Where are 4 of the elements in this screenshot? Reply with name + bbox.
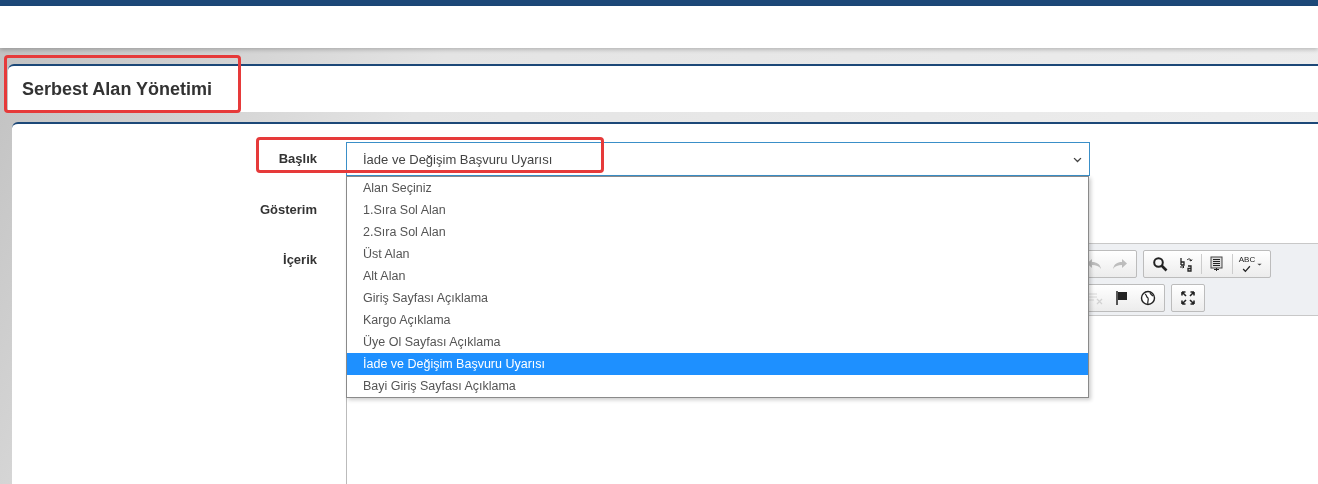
page-title: Serbest Alan Yönetimi xyxy=(22,78,213,100)
field-label: Başlık xyxy=(277,150,317,166)
field-label: Gösterim xyxy=(258,201,317,217)
field-label: İçerik xyxy=(282,251,317,267)
